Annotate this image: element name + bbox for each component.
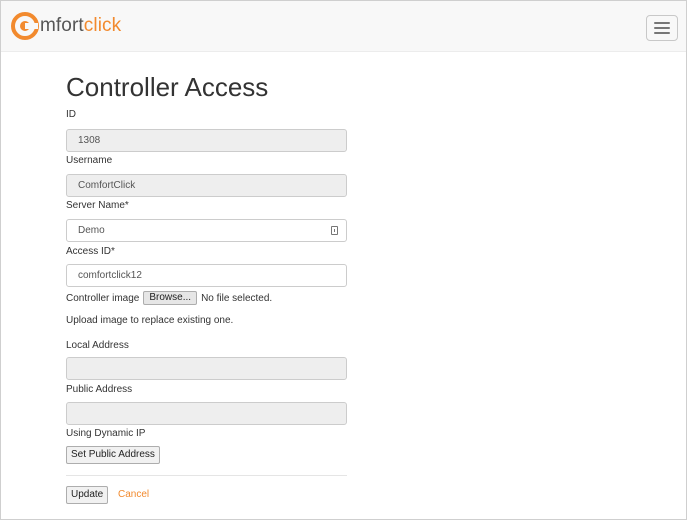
local-address-label: Local Address bbox=[66, 340, 129, 351]
id-value: 1308 bbox=[78, 135, 101, 146]
server-name-label: Server Name* bbox=[66, 200, 129, 211]
dynamic-ip-label: Using Dynamic IP bbox=[66, 428, 146, 439]
brand-logo-link[interactable]: mfortclick bbox=[11, 11, 121, 41]
public-address-field bbox=[66, 402, 347, 425]
browse-button[interactable]: Browse... bbox=[143, 291, 198, 305]
controller-image-label: Controller image bbox=[66, 292, 140, 304]
top-navbar: mfortclick bbox=[1, 1, 686, 52]
username-label: Username bbox=[66, 155, 113, 166]
contact-card-icon[interactable] bbox=[331, 226, 338, 235]
page-title: Controller Access bbox=[66, 72, 269, 102]
local-address-field bbox=[66, 357, 347, 380]
access-id-input[interactable]: comfortclick12 bbox=[66, 264, 347, 287]
username-value: ComfortClick bbox=[78, 180, 136, 191]
form-divider bbox=[66, 475, 347, 476]
browser-frame: mfortclick Controller Access ID 1308 Use… bbox=[0, 0, 687, 520]
hamburger-menu-icon-bar bbox=[654, 32, 670, 34]
hamburger-menu-icon-bar bbox=[654, 27, 670, 29]
hamburger-menu-button[interactable] bbox=[646, 15, 678, 41]
update-button[interactable]: Update bbox=[66, 486, 109, 504]
brand-name: mfortclick bbox=[40, 15, 121, 37]
brand-name-primary: mfort bbox=[40, 15, 84, 36]
username-field: ComfortClick bbox=[66, 174, 347, 197]
id-label: ID bbox=[66, 109, 76, 120]
access-id-label: Access ID* bbox=[66, 246, 115, 257]
cancel-link[interactable]: Cancel bbox=[118, 488, 149, 502]
file-status-text: No file selected. bbox=[201, 292, 273, 304]
comfortclick-logo-icon bbox=[11, 12, 39, 40]
server-name-value: Demo bbox=[78, 225, 105, 236]
access-id-value: comfortclick12 bbox=[78, 270, 142, 281]
public-address-label: Public Address bbox=[66, 384, 133, 395]
hamburger-menu-icon bbox=[654, 22, 670, 24]
brand-name-accent: click bbox=[83, 15, 122, 36]
id-field: 1308 bbox=[66, 129, 347, 152]
upload-help-text: Upload image to replace existing one. bbox=[66, 315, 234, 326]
controller-image-row: Controller image Browse... No file selec… bbox=[66, 291, 272, 305]
set-public-address-button[interactable]: Set Public Address bbox=[66, 446, 160, 464]
server-name-input[interactable]: Demo bbox=[66, 219, 347, 242]
